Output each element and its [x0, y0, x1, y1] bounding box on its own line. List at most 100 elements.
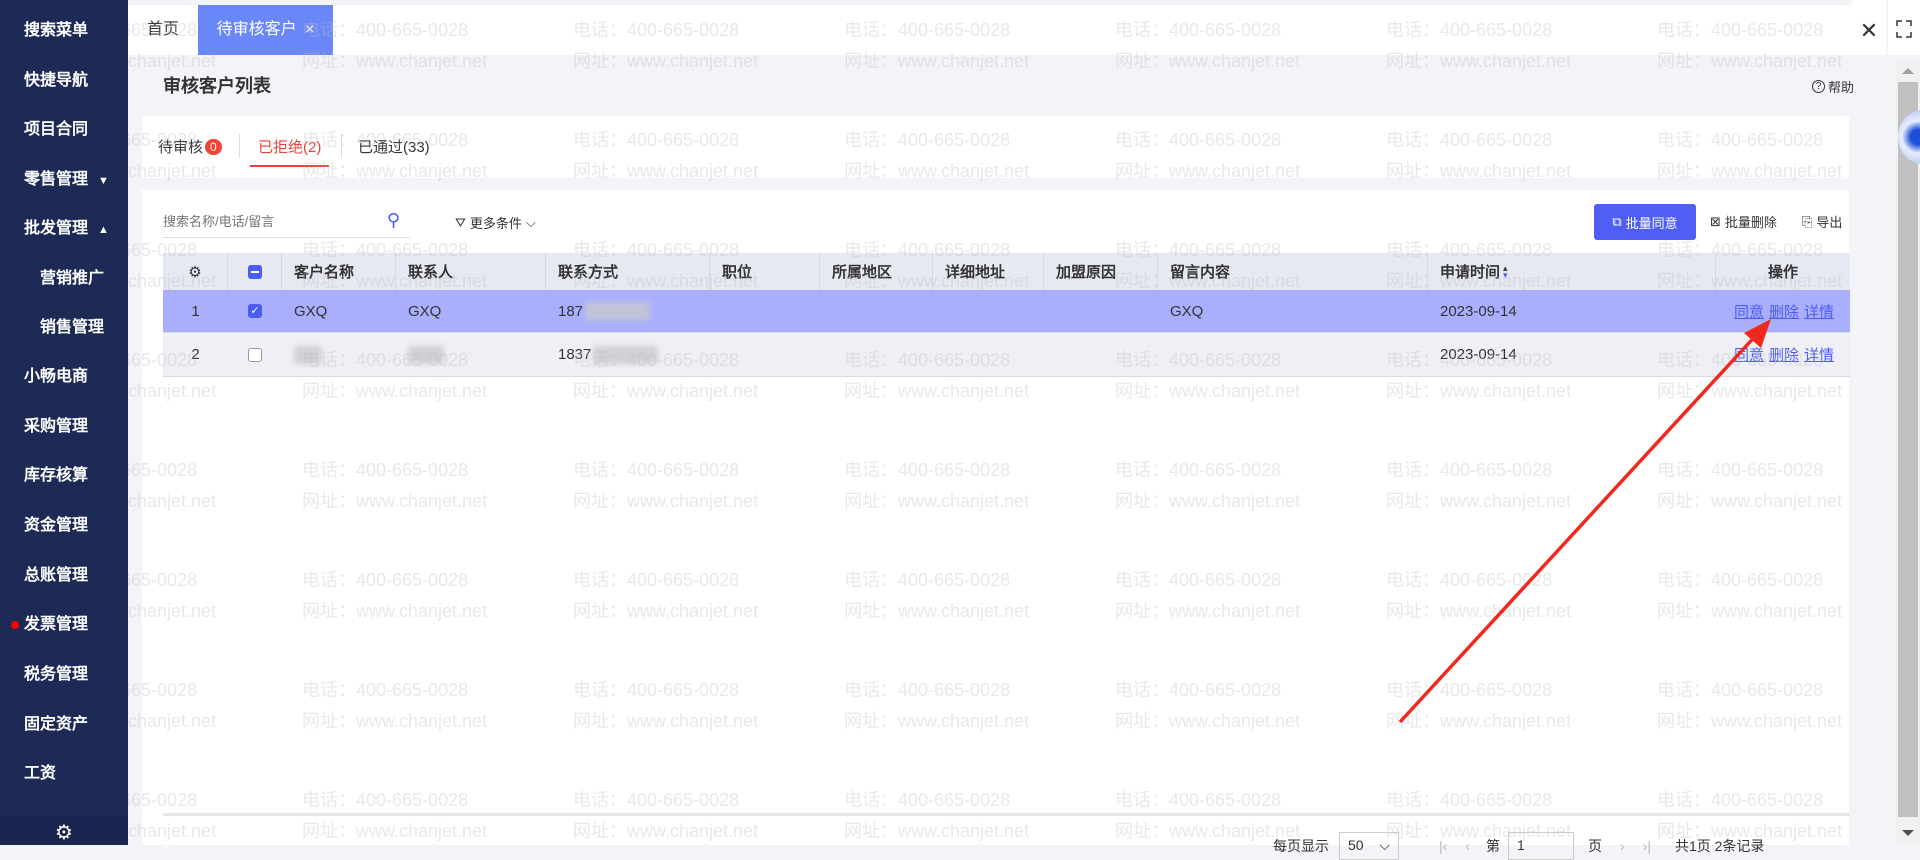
export-button[interactable]: ⎘ 导出	[1802, 212, 1842, 231]
sidebar-item-label: 项目合同	[24, 121, 89, 138]
sidebar-item[interactable]: 总账管理	[24, 566, 88, 586]
delete-doc-icon: ⊠	[1710, 213, 1721, 229]
column-header-label: 申请时间	[1440, 264, 1501, 281]
settings-gear-icon[interactable]: ⚙	[55, 820, 73, 845]
help-icon: ?	[1812, 80, 1825, 93]
table-row[interactable]: 2 1837 2023-09-14 同意 删除 详情	[163, 333, 1850, 377]
status-tab-pending[interactable]: 待审核 0	[158, 136, 222, 157]
sidebar-item-label: 库存核算	[24, 467, 89, 484]
first-page-icon[interactable]: |‹	[1439, 838, 1447, 854]
divider	[341, 134, 342, 158]
horizontal-scrollbar[interactable]	[163, 813, 1850, 816]
fullscreen-icon[interactable]	[1888, 0, 1920, 55]
sidebar-item[interactable]: 批发管理 ▲	[24, 219, 109, 240]
column-header: 详细地址	[933, 253, 1044, 290]
page-input[interactable]: 1	[1507, 832, 1574, 860]
sidebar-item[interactable]: 固定资产	[24, 715, 88, 735]
last-page-icon[interactable]: ›|	[1643, 838, 1651, 854]
batch-delete-button[interactable]: ⊠ 批量删除	[1710, 212, 1777, 231]
phone-prefix: 1837	[558, 346, 592, 363]
search-icon[interactable]: ⚲	[387, 210, 400, 231]
sidebar-item[interactable]: 项目合同	[24, 120, 88, 140]
prev-page-icon[interactable]: ‹	[1465, 838, 1470, 854]
scroll-down-icon[interactable]	[1902, 830, 1914, 836]
sidebar-item[interactable]: 营销推广	[40, 269, 104, 289]
column-header: 操作	[1716, 253, 1850, 290]
checked-checkbox-icon: ✓	[248, 304, 262, 318]
help-link[interactable]: ? 帮助	[1812, 77, 1854, 96]
more-filters-button[interactable]: ⛛ 更多条件 ⌵	[455, 213, 536, 232]
apply-date: 2023-09-14	[1440, 346, 1517, 363]
sidebar-item[interactable]: 税务管理	[24, 665, 88, 685]
chevron-down-icon: ⌵	[525, 214, 536, 230]
delete-link[interactable]: 删除	[1769, 344, 1799, 365]
sidebar-item[interactable]: 工资	[24, 764, 56, 784]
sidebar-item-label: 发票管理	[24, 616, 89, 633]
sidebar-item-label: 资金管理	[24, 517, 89, 534]
empty-cell	[1044, 333, 1158, 376]
row-checkbox[interactable]: ✓	[228, 290, 282, 332]
column-settings-gear-icon[interactable]: ⚙	[163, 253, 228, 290]
scrollbar-thumb[interactable]	[1898, 82, 1918, 817]
sidebar-item[interactable]: 库存核算	[24, 466, 88, 486]
column-header-label: 客户名称	[294, 264, 355, 281]
sidebar-item-label: 快捷导航	[24, 72, 89, 89]
column-header-label: 联系方式	[558, 264, 619, 281]
pagination-summary: 共1页 2条记录	[1674, 838, 1765, 854]
column-header: 留言内容	[1158, 253, 1428, 290]
contact-phone: 187	[546, 290, 710, 332]
caret-down-icon: ▼	[98, 175, 109, 187]
tab-pending-customers[interactable]: 待审核客户 ×	[198, 5, 333, 55]
sidebar-item-label: 批发管理	[24, 220, 89, 237]
table-row[interactable]: 1 ✓ GXQ GXQ 187 GXQ 2023-09-14 同意 删除 详情	[163, 290, 1850, 333]
sidebar-item[interactable]: 销售管理	[40, 318, 104, 338]
sidebar-item[interactable]: 零售管理 ▼	[24, 170, 109, 191]
sidebar-item[interactable]: 搜索菜单	[24, 21, 88, 41]
agree-link[interactable]: 同意	[1734, 344, 1764, 365]
status-tab-approved[interactable]: 已通过(33)	[358, 136, 430, 157]
per-page-select[interactable]: 50 ⌵	[1339, 832, 1399, 860]
tab-home[interactable]: 首页	[147, 5, 179, 55]
column-header[interactable]: 申请时间 ▴ ▾	[1428, 253, 1716, 290]
select-all-checkbox[interactable]	[228, 253, 282, 290]
close-tab-icon[interactable]: ×	[305, 21, 314, 38]
vertical-scrollbar[interactable]	[1896, 62, 1920, 845]
sidebar-item[interactable]: 小畅电商	[24, 367, 88, 387]
sidebar-item-label: 固定资产	[24, 716, 89, 733]
page-value: 1	[1516, 837, 1525, 853]
batch-agree-label: 批量同意	[1625, 215, 1678, 231]
details-link[interactable]: 详情	[1804, 301, 1834, 322]
column-header-label: 操作	[1767, 264, 1798, 281]
close-icon[interactable]: ✕	[1852, 0, 1886, 55]
more-filters-label: 更多条件	[469, 216, 522, 231]
sidebar-item[interactable]: 资金管理	[24, 516, 88, 536]
sidebar-item[interactable]: 发票管理	[11, 615, 89, 635]
status-tab-label: 待审核	[158, 139, 204, 156]
details-link[interactable]: 详情	[1804, 344, 1834, 365]
sidebar-item[interactable]: 采购管理	[24, 417, 88, 437]
sidebar-item-label: 小畅电商	[24, 368, 89, 385]
status-tab-rejected[interactable]: 已拒绝(2)	[250, 136, 330, 167]
sidebar-item[interactable]: 快捷导航	[24, 71, 88, 91]
batch-agree-button[interactable]: ⧉ 批量同意	[1594, 204, 1696, 240]
search-field[interactable]	[163, 208, 363, 234]
empty-cell	[710, 290, 820, 332]
delete-link[interactable]: 删除	[1769, 301, 1799, 322]
filter-icon: ⛛	[455, 214, 466, 230]
export-label: 导出	[1816, 215, 1843, 230]
sort-icon[interactable]: ▴ ▾	[1503, 263, 1508, 279]
empty-cell	[1044, 290, 1158, 332]
empty-cell	[933, 333, 1044, 376]
row-checkbox[interactable]	[228, 333, 282, 376]
search-input[interactable]: ⚲	[163, 208, 410, 238]
next-page-icon[interactable]: ›	[1620, 838, 1625, 854]
row-actions: 同意 删除 详情	[1716, 333, 1850, 376]
customer-name	[282, 333, 396, 376]
scroll-up-icon[interactable]	[1902, 68, 1914, 74]
status-tabs: 待审核 0 已拒绝(2) 已通过(33)	[142, 116, 1849, 178]
empty-cell	[710, 333, 820, 376]
page-title: 审核客户列表	[163, 76, 271, 96]
agree-link[interactable]: 同意	[1734, 301, 1764, 322]
column-header-label: 留言内容	[1170, 264, 1231, 281]
contact-phone: 1837	[546, 333, 710, 376]
